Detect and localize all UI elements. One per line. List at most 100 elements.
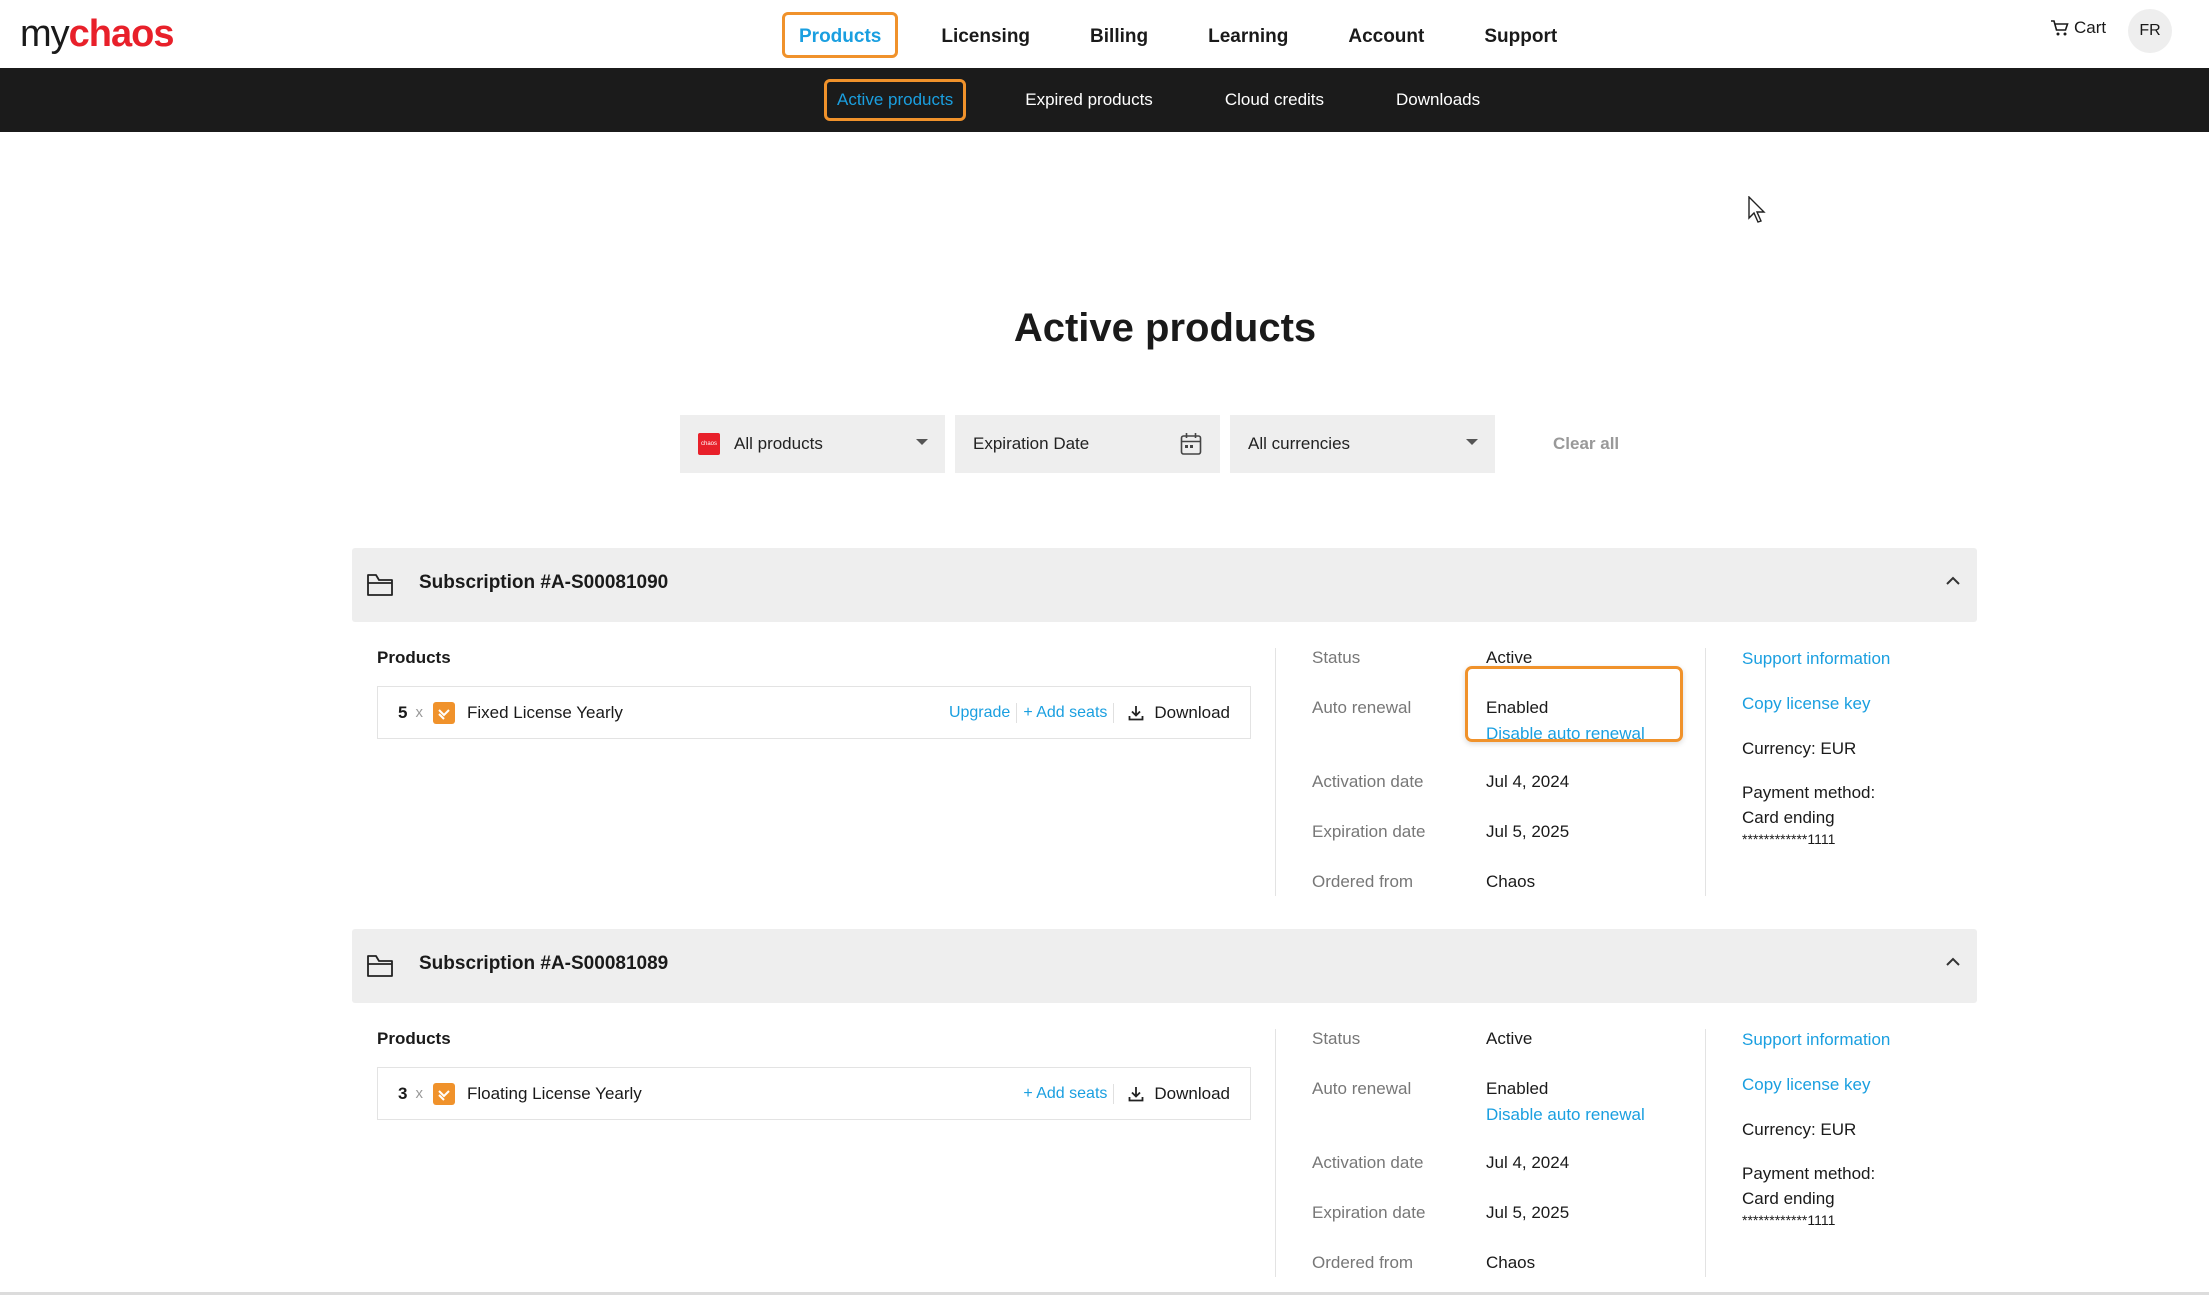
column-divider [1275, 1029, 1276, 1277]
copy-license-key-label: Copy license key [1742, 694, 1871, 713]
quantity-multiplier: x [415, 1085, 423, 1102]
card-ending-label: Card ending [1742, 808, 1835, 827]
auto-renewal-label: Auto renewal [1312, 1079, 1412, 1098]
payment-method: Payment method: Card ending ************… [1742, 1161, 1875, 1229]
filter-bar: chaos All products Expiration Date All c… [680, 415, 1619, 473]
subnav-expired-products[interactable]: Expired products [1012, 79, 1166, 121]
support-information-link[interactable]: Support information [1742, 1027, 1890, 1052]
divider [1113, 1083, 1115, 1104]
divider [1113, 702, 1115, 723]
page-title: Active products [1013, 306, 1317, 350]
divider [1016, 702, 1018, 723]
cart-button[interactable]: Cart [2050, 18, 2106, 38]
nav-account[interactable]: Account [1331, 12, 1441, 58]
expiration-date-value: Jul 5, 2025 [1486, 822, 1570, 841]
logo-name: chaos [68, 13, 175, 55]
column-divider [1275, 648, 1276, 896]
support-information-link[interactable]: Support information [1742, 646, 1890, 671]
nav-billing[interactable]: Billing [1073, 12, 1165, 58]
status-label: Status [1312, 1029, 1361, 1048]
product-actions: Upgrade + Add seats Download [949, 702, 1230, 723]
expiration-date-label: Expiration date [1312, 822, 1426, 841]
column-divider [1705, 648, 1706, 896]
products-label: Products [377, 648, 451, 667]
mychaos-logo[interactable]: mychaos [20, 13, 175, 55]
folder-icon [367, 955, 393, 977]
upgrade-link[interactable]: Upgrade [949, 704, 1010, 722]
ordered-from-label: Ordered from [1312, 872, 1414, 891]
chaos-logo-icon: chaos [698, 433, 720, 455]
cart-icon [2051, 20, 2069, 36]
currency-filter-value: All currencies [1248, 434, 1351, 453]
copy-license-key-link[interactable]: Copy license key [1742, 1072, 1871, 1097]
product-actions: + Add seats Download [1023, 1083, 1230, 1104]
auto-renewal-value: Enabled Disable auto renewal [1486, 698, 1645, 744]
cart-label: Cart [2074, 18, 2107, 37]
subscription-header[interactable]: Subscription #A-S00081089 [352, 929, 1977, 1003]
auto-renewal-status: Enabled [1486, 698, 1549, 717]
chevron-up-icon[interactable] [1945, 576, 1961, 586]
disable-auto-renewal-link[interactable]: Disable auto renewal [1486, 724, 1645, 744]
status-label: Status [1312, 648, 1361, 667]
activation-date-label: Activation date [1312, 1153, 1424, 1172]
nav-support[interactable]: Support [1467, 12, 1574, 58]
card-ending-label: Card ending [1742, 1189, 1835, 1208]
ordered-from-value: Chaos [1486, 1253, 1536, 1272]
subnav-active-products[interactable]: Active products [824, 79, 967, 121]
chevron-up-icon[interactable] [1945, 957, 1961, 967]
copy-license-key-label: Copy license key [1742, 1075, 1871, 1094]
product-row: 3 x Floating License Yearly + Add seats … [377, 1067, 1251, 1120]
product-row: 5 x Fixed License Yearly Upgrade + Add s… [377, 686, 1251, 739]
product-filter-select[interactable]: chaos All products [680, 415, 945, 473]
copy-license-key-link[interactable]: Copy license key [1742, 691, 1871, 716]
sub-navigation-bar: Active products Expired products Cloud c… [0, 68, 2209, 132]
activation-date-label: Activation date [1312, 772, 1424, 791]
activation-date-value: Jul 4, 2024 [1486, 772, 1570, 791]
sub-nav: Active products Expired products Cloud c… [824, 79, 1539, 121]
mouse-cursor-icon [1748, 196, 1766, 223]
nav-learning[interactable]: Learning [1191, 12, 1305, 58]
auto-renewal-value: Enabled Disable auto renewal [1486, 1079, 1645, 1125]
license-product-icon [432, 701, 455, 724]
download-button[interactable]: Download [1128, 703, 1230, 723]
subnav-downloads[interactable]: Downloads [1383, 79, 1493, 121]
nav-products[interactable]: Products [782, 12, 899, 58]
currency-text: Currency: EUR [1742, 739, 1857, 758]
download-icon [1128, 1086, 1144, 1101]
subscription-header[interactable]: Subscription #A-S00081090 [352, 548, 1977, 622]
support-information-label: Support information [1742, 649, 1891, 668]
add-seats-link[interactable]: + Add seats [1023, 704, 1107, 722]
subscription-body: Products 3 x Floating License Yearly + A… [352, 1003, 1977, 1303]
subscription-body: Products 5 x Fixed License Yearly Upgrad… [352, 622, 1977, 922]
auto-renewal-status: Enabled [1486, 1079, 1549, 1098]
download-icon [1128, 705, 1144, 720]
expiration-date-value: Jul 5, 2025 [1486, 1203, 1570, 1222]
subscription-title: Subscription #A-S00081090 [419, 572, 669, 593]
add-seats-link[interactable]: + Add seats [1023, 1085, 1107, 1103]
currency-filter-select[interactable]: All currencies [1230, 415, 1495, 473]
avatar[interactable]: FR [2128, 9, 2172, 53]
products-label: Products [377, 1029, 451, 1048]
status-value: Active [1486, 1029, 1533, 1048]
status-value: Active [1486, 648, 1533, 667]
payment-method: Payment method: Card ending ************… [1742, 780, 1875, 848]
expiration-date-label: Expiration date [1312, 1203, 1426, 1222]
expiration-date-placeholder: Expiration Date [973, 434, 1090, 453]
column-divider [1705, 1029, 1706, 1277]
subscription-card: Subscription #A-S00081090 Products 5 x F… [352, 548, 1977, 922]
calendar-icon [1180, 433, 1202, 455]
download-button[interactable]: Download [1128, 1084, 1230, 1104]
product-quantity: 5 [398, 702, 408, 722]
subnav-cloud-credits[interactable]: Cloud credits [1212, 79, 1337, 121]
clear-all-button[interactable]: Clear all [1553, 434, 1619, 454]
currency-text: Currency: EUR [1742, 1120, 1857, 1139]
quantity-multiplier: x [415, 704, 423, 721]
nav-licensing[interactable]: Licensing [924, 12, 1047, 58]
license-product-icon [432, 1082, 455, 1105]
disable-auto-renewal-link[interactable]: Disable auto renewal [1486, 1105, 1645, 1125]
ordered-from-value: Chaos [1486, 872, 1536, 891]
product-name: Floating License Yearly [466, 1083, 642, 1103]
expiration-date-picker[interactable]: Expiration Date [955, 415, 1220, 473]
chevron-down-icon [1466, 439, 1478, 445]
main-nav: Products Licensing Billing Learning Acco… [782, 12, 1600, 58]
